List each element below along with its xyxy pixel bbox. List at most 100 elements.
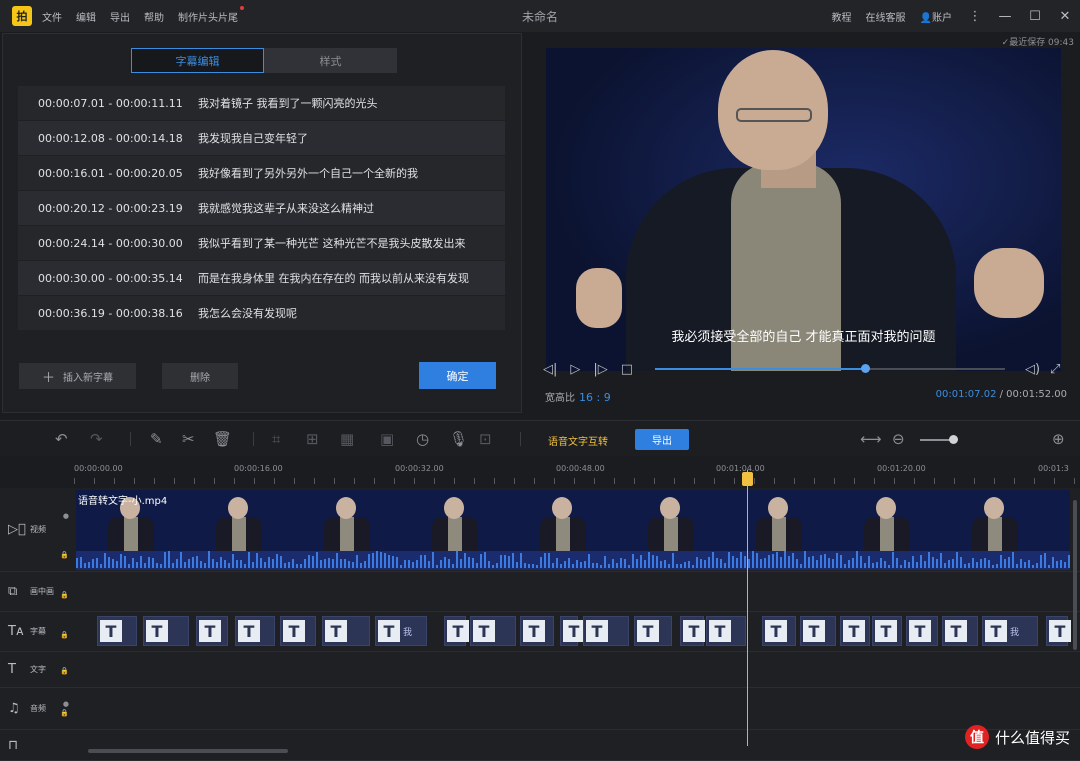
subtitle-clip[interactable]: T	[706, 616, 746, 646]
timeline-vertical-scrollbar[interactable]	[1073, 500, 1077, 650]
lock-icon[interactable]: 🔒	[60, 709, 69, 717]
subtitle-clip[interactable]: T	[520, 616, 554, 646]
menu-file[interactable]: 文件	[42, 9, 62, 24]
zoom-slider-knob[interactable]	[949, 435, 958, 444]
subtitle-clip[interactable]: T	[444, 616, 469, 646]
lock-icon[interactable]: 🔒	[60, 667, 69, 675]
subtitle-text[interactable]: 我就感觉我这辈子从来没这么精神过	[198, 200, 493, 216]
menu-export[interactable]: 导出	[110, 9, 130, 24]
subtitle-clip[interactable]: T	[196, 616, 228, 646]
subtitle-clip[interactable]: T	[800, 616, 836, 646]
playback-progress[interactable]	[655, 364, 1005, 373]
fit-timeline-icon[interactable]: ⟷	[860, 430, 882, 448]
maximize-icon[interactable]: ☐	[1028, 9, 1042, 24]
zoom-out-icon[interactable]: ⊖	[892, 430, 905, 448]
subtitle-clip[interactable]: T	[840, 616, 870, 646]
zoom-in-icon[interactable]: ⊕	[1052, 430, 1065, 448]
tutorial-link[interactable]: 教程	[832, 9, 852, 24]
subtitle-clip[interactable]: T	[322, 616, 370, 646]
more-menu-icon[interactable]: ⋮	[968, 9, 982, 24]
subtitle-clip[interactable]: T	[1046, 616, 1071, 646]
mosaic-icon[interactable]: ▦	[340, 430, 354, 448]
subtitle-text[interactable]: 我对着镜子 我看到了一颗闪亮的光头	[198, 95, 493, 111]
subtitle-clip[interactable]: T	[97, 616, 137, 646]
subtitle-row[interactable]: 00:00:07.01 - 00:00:11.11 我对着镜子 我看到了一颗闪亮的…	[18, 86, 505, 121]
ruler-tick	[834, 478, 835, 484]
subtitle-text[interactable]: 我好像看到了另外另外一个自己一个全新的我	[198, 165, 493, 181]
subtitle-row[interactable]: 00:00:30.00 - 00:00:35.14 而是在我身体里 在我内在存在的…	[18, 261, 505, 296]
export-button[interactable]: 导出	[635, 429, 689, 450]
play-icon[interactable]: ▷	[570, 362, 580, 377]
crop-icon[interactable]: ⌗	[272, 430, 280, 448]
fullscreen-icon[interactable]: ⤢	[1050, 362, 1060, 377]
pen-icon[interactable]: ✎	[150, 430, 163, 448]
next-frame-icon[interactable]: |▷	[593, 362, 607, 377]
playhead-handle[interactable]	[742, 472, 753, 486]
playhead-line[interactable]	[747, 470, 748, 746]
ruler-label: 00:00:32.00	[395, 464, 444, 473]
eye-icon[interactable]: ●	[63, 512, 69, 520]
support-link[interactable]: 在线客服	[866, 9, 906, 24]
subtitle-clip[interactable]: T	[634, 616, 672, 646]
tab-subtitle-edit[interactable]: 字幕编辑	[131, 48, 264, 73]
subtitle-row[interactable]: 00:00:36.19 - 00:00:38.16 我怎么会没有发现呢	[18, 296, 505, 331]
subtitle-clip[interactable]: T	[143, 616, 189, 646]
insert-subtitle-button[interactable]: ＋ 插入新字幕	[19, 363, 136, 389]
subtitle-clip[interactable]: T	[470, 616, 516, 646]
subtitle-text[interactable]: 而是在我身体里 在我内在存在的 而我以前从来没有发现	[198, 270, 493, 286]
freeze-frame-icon[interactable]: ▣	[380, 430, 394, 448]
subtitle-text[interactable]: 我怎么会没有发现呢	[198, 305, 493, 321]
waveform-bar	[696, 556, 698, 568]
waveform-bar	[384, 552, 386, 568]
subtitle-row[interactable]: 00:00:12.08 - 00:00:14.18 我发现我自己变年轻了	[18, 121, 505, 156]
lock-icon[interactable]: 🔒	[60, 551, 69, 559]
aspect-value[interactable]: 16 : 9	[579, 391, 611, 404]
subtitle-clip[interactable]: T	[280, 616, 316, 646]
ruler-tick	[314, 478, 315, 484]
subtitle-clip[interactable]: T	[942, 616, 978, 646]
subtitle-row[interactable]: 00:00:24.14 - 00:00:30.00 我似乎看到了某一种光芒 这种光…	[18, 226, 505, 261]
redo-icon[interactable]: ↷	[90, 430, 103, 448]
tab-style[interactable]: 样式	[264, 48, 397, 73]
subtitle-row[interactable]: 00:00:16.01 - 00:00:20.05 我好像看到了另外另外一个自己一…	[18, 156, 505, 191]
subtitle-clip[interactable]: T	[906, 616, 938, 646]
volume-icon[interactable]: ◁)	[1025, 362, 1040, 377]
volume-toggle-icon[interactable]: ●	[63, 700, 69, 708]
menu-edit[interactable]: 编辑	[76, 9, 96, 24]
lock-icon[interactable]: 🔒	[60, 591, 69, 599]
stop-icon[interactable]: □	[621, 362, 633, 377]
split-icon[interactable]: ⊞	[306, 430, 319, 448]
subtitle-row[interactable]: 00:00:20.12 - 00:00:23.19 我就感觉我这辈子从来没这么精神…	[18, 191, 505, 226]
subtitle-clip[interactable]: T	[680, 616, 705, 646]
close-icon[interactable]: ✕	[1058, 9, 1072, 24]
subtitle-clip[interactable]: T	[560, 616, 585, 646]
subtitle-text[interactable]: 我似乎看到了某一种光芒 这种光芒不是我头皮散发出来	[198, 235, 493, 251]
subtitle-clip[interactable]: T	[583, 616, 629, 646]
menu-help[interactable]: 帮助	[144, 9, 164, 24]
account-button[interactable]: 👤账户	[920, 9, 952, 24]
subtitle-clip[interactable]: T	[762, 616, 796, 646]
speech-to-text-button[interactable]: 语音文字互转	[548, 433, 608, 448]
prev-frame-icon[interactable]: ◁|	[543, 362, 557, 377]
video-preview[interactable]: 我必须接受全部的自己 才能真正面对我的问题	[546, 48, 1061, 371]
confirm-button[interactable]: 确定	[419, 362, 496, 389]
subtitle-clip[interactable]: T	[872, 616, 902, 646]
minimize-icon[interactable]: —	[998, 9, 1012, 24]
lock-icon[interactable]: 🔒	[60, 631, 69, 639]
speed-clock-icon[interactable]: ◷	[416, 430, 429, 448]
screen-record-icon[interactable]: ⊡	[479, 430, 492, 448]
microphone-icon[interactable]: 🎙	[449, 430, 468, 448]
delete-subtitle-button[interactable]: 删除	[162, 363, 238, 389]
timeline-ruler[interactable]: 00:00:00.00 00:00:16.00 00:00:32.00 00:0…	[0, 456, 1080, 488]
undo-icon[interactable]: ↶	[55, 430, 68, 448]
trash-icon[interactable]: 🗑	[213, 430, 232, 448]
scissors-icon[interactable]: ✂	[182, 430, 195, 448]
subtitle-clip[interactable]: T我	[375, 616, 427, 646]
video-clip[interactable]: 语音转文字-小.mp4	[76, 490, 1070, 570]
menu-intro-outro[interactable]: 制作片头片尾	[178, 5, 244, 24]
subtitle-clip[interactable]: T我	[982, 616, 1038, 646]
subtitle-clip[interactable]: T	[235, 616, 275, 646]
subtitle-text[interactable]: 我发现我自己变年轻了	[198, 130, 493, 146]
timeline-horizontal-scrollbar[interactable]	[88, 749, 288, 753]
progress-knob[interactable]	[861, 364, 870, 373]
